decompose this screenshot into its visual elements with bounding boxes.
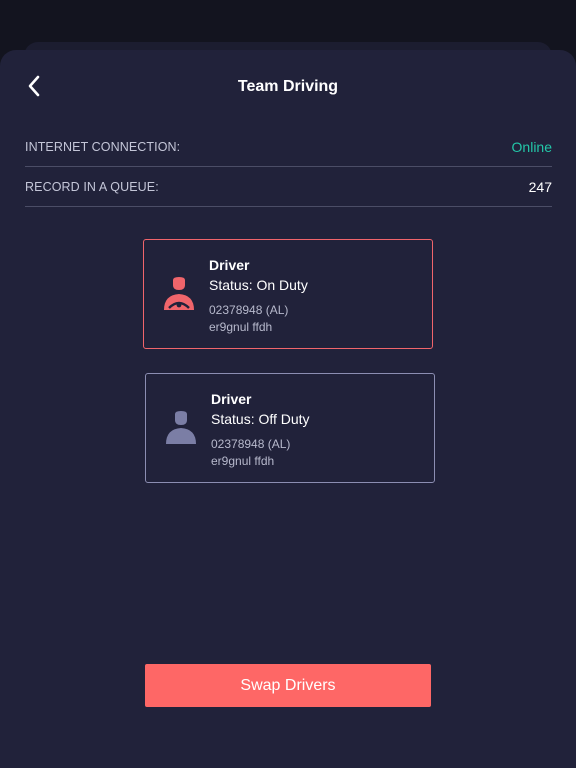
driver-status: Status: Off Duty	[211, 411, 310, 427]
record-queue-count: 247	[528, 178, 552, 195]
team-driving-sheet: Team Driving INTERNET CONNECTION: Online…	[0, 50, 576, 768]
record-queue-row: RECORD IN A QUEUE: 247	[25, 167, 552, 207]
driver-role: Driver	[211, 391, 252, 407]
page-title: Team Driving	[237, 78, 339, 95]
driver-steering-icon	[164, 277, 194, 310]
driver-license-id: 02378948 (AL)	[209, 303, 289, 317]
driver-name: er9gnul ffdh	[211, 454, 275, 468]
internet-connection-row: INTERNET CONNECTION: Online	[25, 127, 552, 167]
swap-drivers-button[interactable]: Swap Drivers	[145, 664, 431, 707]
driver-card-off-duty[interactable]: Driver Status: Off Duty 02378948 (AL) er…	[145, 373, 435, 483]
person-icon	[166, 411, 196, 444]
internet-connection-label: INTERNET CONNECTION:	[25, 139, 181, 154]
driver-card-on-duty[interactable]: Driver Status: On Duty 02378948 (AL) er9…	[143, 239, 433, 349]
driver-role: Driver	[209, 257, 250, 273]
driver-status: Status: On Duty	[209, 277, 308, 293]
driver-license-id: 02378948 (AL)	[211, 437, 291, 451]
internet-connection-status: Online	[511, 138, 552, 155]
record-queue-label: RECORD IN A QUEUE:	[25, 179, 159, 194]
driver-name: er9gnul ffdh	[209, 320, 273, 334]
